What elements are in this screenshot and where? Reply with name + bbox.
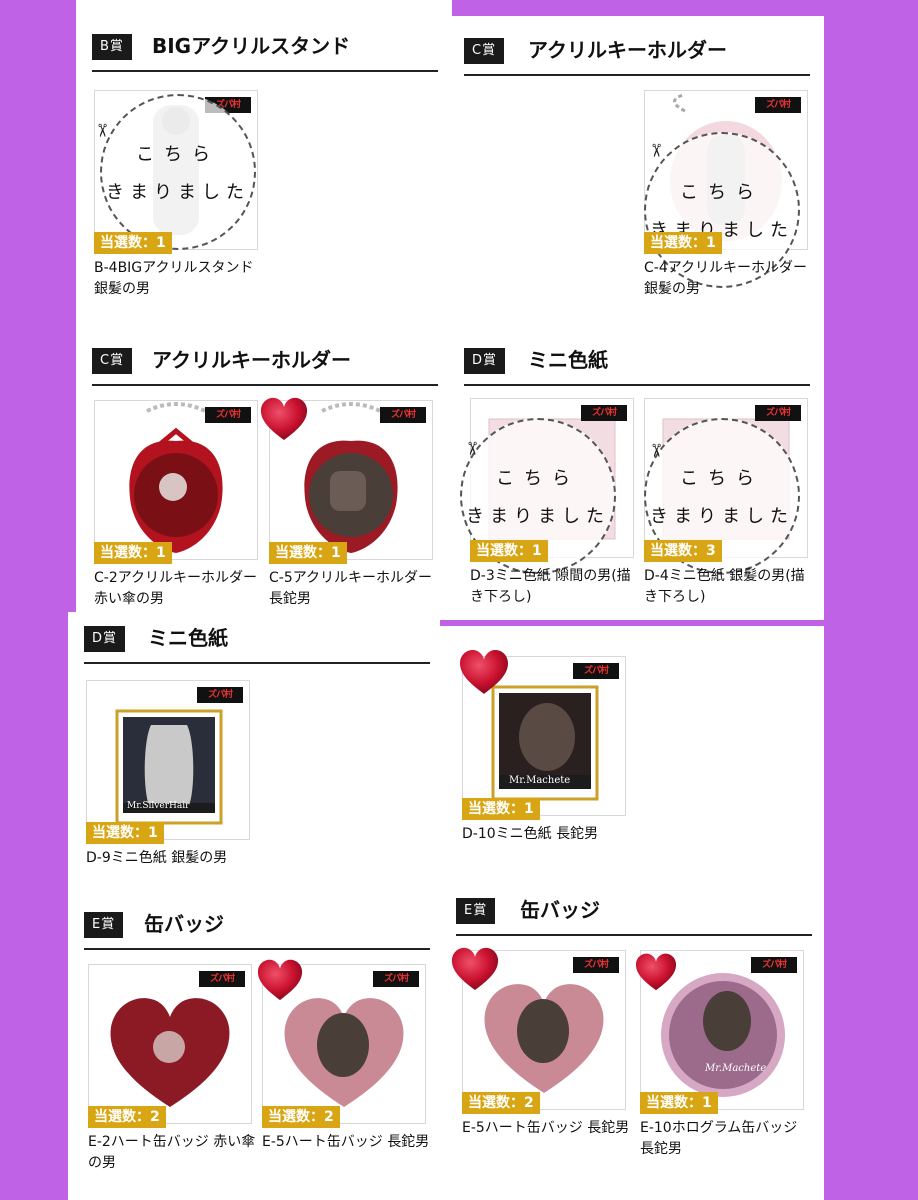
nameplate-text: Mr.SilverHair: [127, 801, 190, 811]
section-header: E賞 缶バッジ: [456, 890, 812, 936]
section-title: 缶バッジ: [520, 898, 600, 922]
heart-icon: [634, 952, 678, 992]
prize-tag: C賞: [92, 348, 133, 374]
section-title: 缶バッジ: [144, 912, 224, 936]
winner-count-badge: 当選数：1: [644, 232, 722, 254]
stamp-line1: こちら: [680, 182, 764, 203]
section-c-prize-2: C賞 アクリルキーホルダー ズパ村 当選数：1 C-2アクリルキーホルダー 赤い…: [92, 340, 438, 610]
prize-tag: D賞: [464, 348, 506, 374]
brand-logo: ズパ村: [199, 971, 245, 987]
section-title: BIGアクリルスタンド: [152, 34, 351, 58]
nameplate-text: Mr.Machete: [509, 775, 571, 786]
prize-tag: E賞: [456, 898, 496, 924]
brand-logo: ズパ村: [573, 663, 619, 679]
product-caption: C-2アクリルキーホルダー 赤い傘の男: [94, 570, 258, 607]
header-divider: [84, 948, 430, 950]
product-caption: D-4ミニ色紙 銀髪の男(描き下ろし): [644, 568, 805, 605]
section-header: C賞 アクリルキーホルダー: [92, 340, 438, 386]
section-title: アクリルキーホルダー: [528, 38, 727, 62]
winner-count-badge: 当選数：3: [644, 540, 722, 562]
heart-badge-image: [110, 998, 230, 1107]
section-header: D賞 ミニ色紙: [464, 340, 810, 386]
winner-count-badge: 当選数：1: [94, 232, 172, 254]
section-e-prize-1: E賞 缶バッジ ズパ村 当選数：2 E-2ハート缶バッジ 赤い傘の男 ズパ村 当…: [84, 904, 430, 1184]
section-title: ミニ色紙: [528, 348, 608, 372]
section-b-prize: B賞 BIGアクリルスタンド ズパ村 こちら きまりました ✂ 当選数：1 B-…: [91, 26, 438, 306]
section-header: C賞 アクリルキーホルダー: [464, 30, 810, 76]
stamp-line1: こちら: [136, 144, 220, 165]
brand-logo: ズパ村: [755, 97, 801, 113]
prize-tag: E賞: [84, 912, 124, 938]
stamp-line2: きまりました: [466, 506, 610, 527]
brand-logo: ズパ村: [197, 687, 243, 703]
winner-count-badge: 当選数：2: [462, 1092, 540, 1114]
header-divider: [464, 74, 810, 76]
section-header: E賞 缶バッジ: [84, 904, 430, 950]
winner-count-badge: 当選数：1: [640, 1092, 718, 1114]
brand-logo: ズパ村: [751, 957, 797, 973]
header-divider: [464, 384, 810, 386]
prize-tag: B賞: [92, 34, 132, 60]
scissors-icon: ✂: [645, 442, 667, 459]
closed-stamp: こちら きまりました: [100, 94, 256, 250]
winner-count-badge: 当選数：1: [470, 540, 548, 562]
section-c-prize-1: C賞 アクリルキーホルダー ズパ村 こちら きまりました ✂ 当選数：1 C-4…: [464, 30, 810, 310]
product-caption: B-4BIGアクリルスタンド 銀髪の男: [94, 260, 254, 297]
product-caption: C-5アクリルキーホルダー 長鉈男: [269, 570, 433, 607]
section-title: ミニ色紙: [148, 626, 228, 650]
brand-logo: ズパ村: [755, 405, 801, 421]
nameplate-text: Mr.Machete: [705, 1063, 767, 1074]
product-caption: E-2ハート缶バッジ 赤い傘の男: [88, 1134, 256, 1171]
section-e-prize-2: E賞 缶バッジ ズパ村 当選数：2 E-5ハート缶バッジ 長鉈男 ズパ村 Mr.…: [456, 890, 812, 1170]
stamp-line2: きまりました: [106, 182, 250, 203]
stamp-line2: きまりました: [650, 506, 794, 527]
product-image: ズパ村: [94, 400, 258, 560]
heart-icon: [458, 648, 510, 696]
product-caption: E-5ハート缶バッジ 長鉈男: [462, 1120, 630, 1136]
heart-icon: [256, 958, 304, 1002]
brand-logo: ズパ村: [373, 971, 419, 987]
scissors-icon: ✂: [461, 440, 483, 457]
product-caption: D-10ミニ色紙 長鉈男: [462, 826, 599, 842]
brand-logo: ズパ村: [581, 405, 627, 421]
brand-logo: ズパ村: [205, 407, 251, 423]
section-d-prize-2: D賞 ミニ色紙 ズパ村 Mr.SilverHair 当選数：1 D-9ミニ色紙 …: [84, 618, 430, 868]
heart-icon: [450, 946, 500, 992]
product-caption: D-3ミニ色紙 隙間の男(描き下ろし): [470, 568, 631, 605]
product-caption: D-9ミニ色紙 銀髪の男: [86, 850, 228, 866]
section-title: アクリルキーホルダー: [152, 348, 351, 372]
header-divider: [456, 934, 812, 936]
winner-count-badge: 当選数：2: [88, 1106, 166, 1128]
product-image: ズパ村: [88, 964, 252, 1124]
prize-tag: C賞: [464, 38, 505, 64]
winner-count-badge: 当選数：1: [269, 542, 347, 564]
section-header: B賞 BIGアクリルスタンド: [92, 26, 438, 72]
keychain-image: [129, 402, 223, 553]
header-divider: [84, 662, 430, 664]
product-caption: C-4アクリルキーホルダー 銀髪の男: [644, 260, 808, 297]
header-divider: [92, 384, 438, 386]
stamp-line1: こちら: [680, 468, 764, 489]
section-header: D賞 ミニ色紙: [84, 618, 430, 664]
winner-count-badge: 当選数：1: [86, 822, 164, 844]
section-d-prize-1: D賞 ミニ色紙 ズパ村 こちら きまりました ✂ 当選数：1 D-3ミニ色紙 隙…: [460, 340, 810, 610]
prize-tag: D賞: [84, 626, 126, 652]
heart-icon: [259, 396, 309, 442]
product-caption: E-5ハート缶バッジ 長鉈男: [262, 1134, 430, 1150]
stamp-line1: こちら: [496, 468, 580, 489]
winner-count-badge: 当選数：1: [462, 798, 540, 820]
section-d-prize-3: ズパ村 Mr.Machete 当選数：1 D-10ミニ色紙 長鉈男: [460, 656, 806, 856]
product-image: ズパ村 Mr.SilverHair: [86, 680, 250, 840]
product-caption: E-10ホログラム缶バッジ 長鉈男: [640, 1120, 798, 1157]
mini-shikishi-image: [115, 709, 223, 825]
scissors-icon: ✂: [91, 122, 113, 139]
brand-logo: ズパ村: [573, 957, 619, 973]
winner-count-badge: 当選数：2: [262, 1106, 340, 1128]
scissors-icon: ✂: [645, 142, 667, 159]
winner-count-badge: 当選数：1: [94, 542, 172, 564]
brand-logo: ズパ村: [380, 407, 426, 423]
header-divider: [92, 70, 438, 72]
